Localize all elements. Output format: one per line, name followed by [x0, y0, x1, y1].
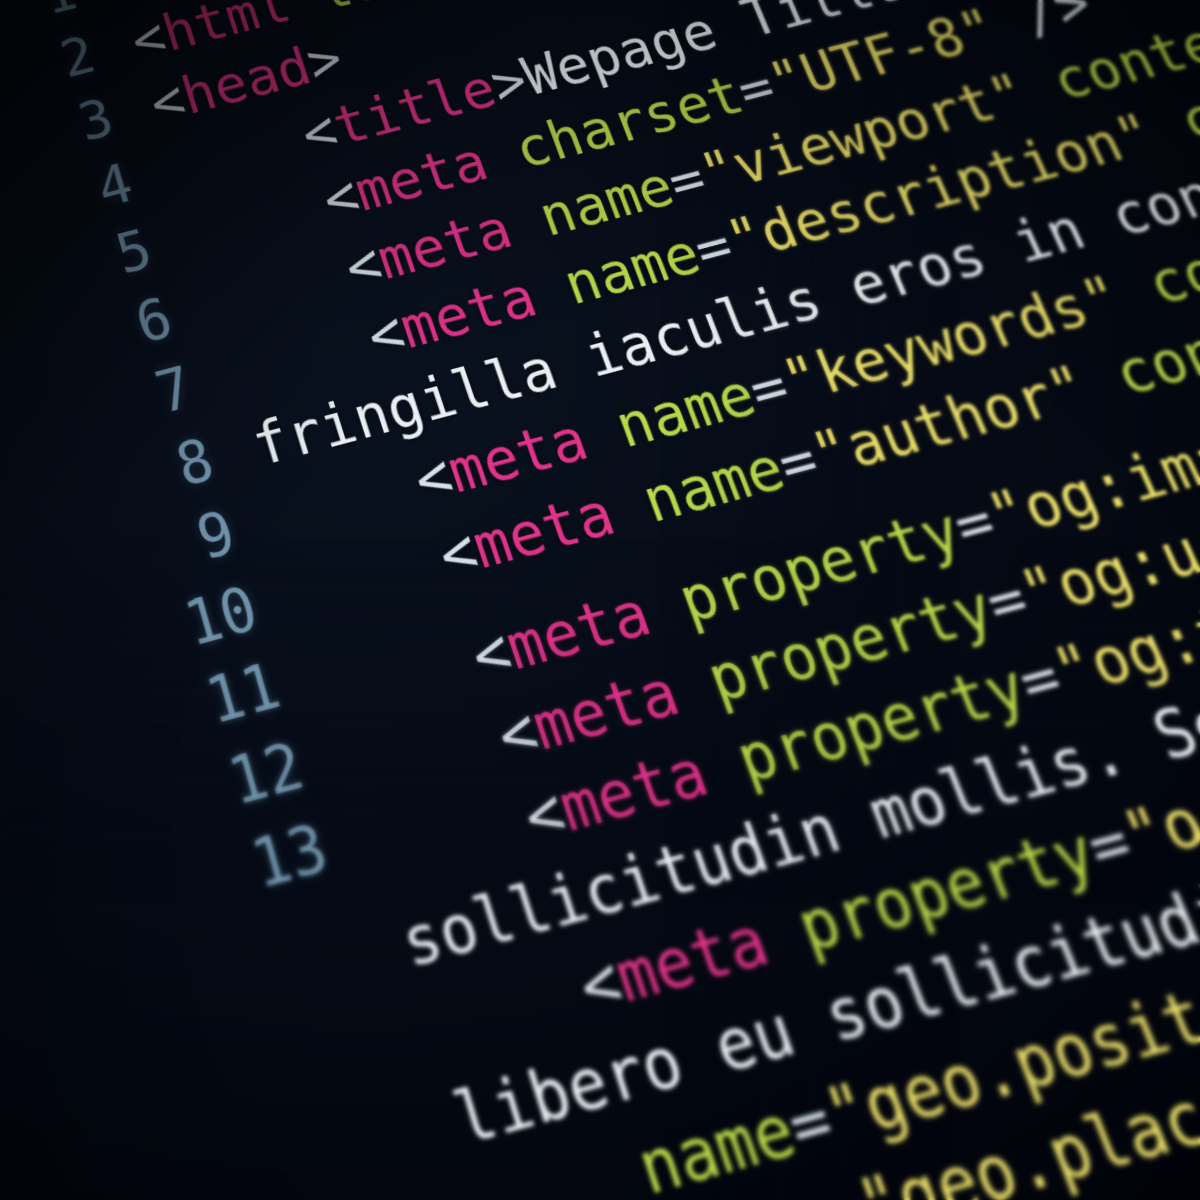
perspective-wrap: HTML CODE.html 1 2 3 4 5 6 7 8 9 10 11 1…	[0, 0, 1200, 1200]
editor-screen: HTML CODE.html 1 2 3 4 5 6 7 8 9 10 11 1…	[0, 0, 1200, 1200]
code-editor[interactable]: 1 2 3 4 5 6 7 8 9 10 11 12 13 <!DOCTYPE …	[0, 0, 1200, 1200]
